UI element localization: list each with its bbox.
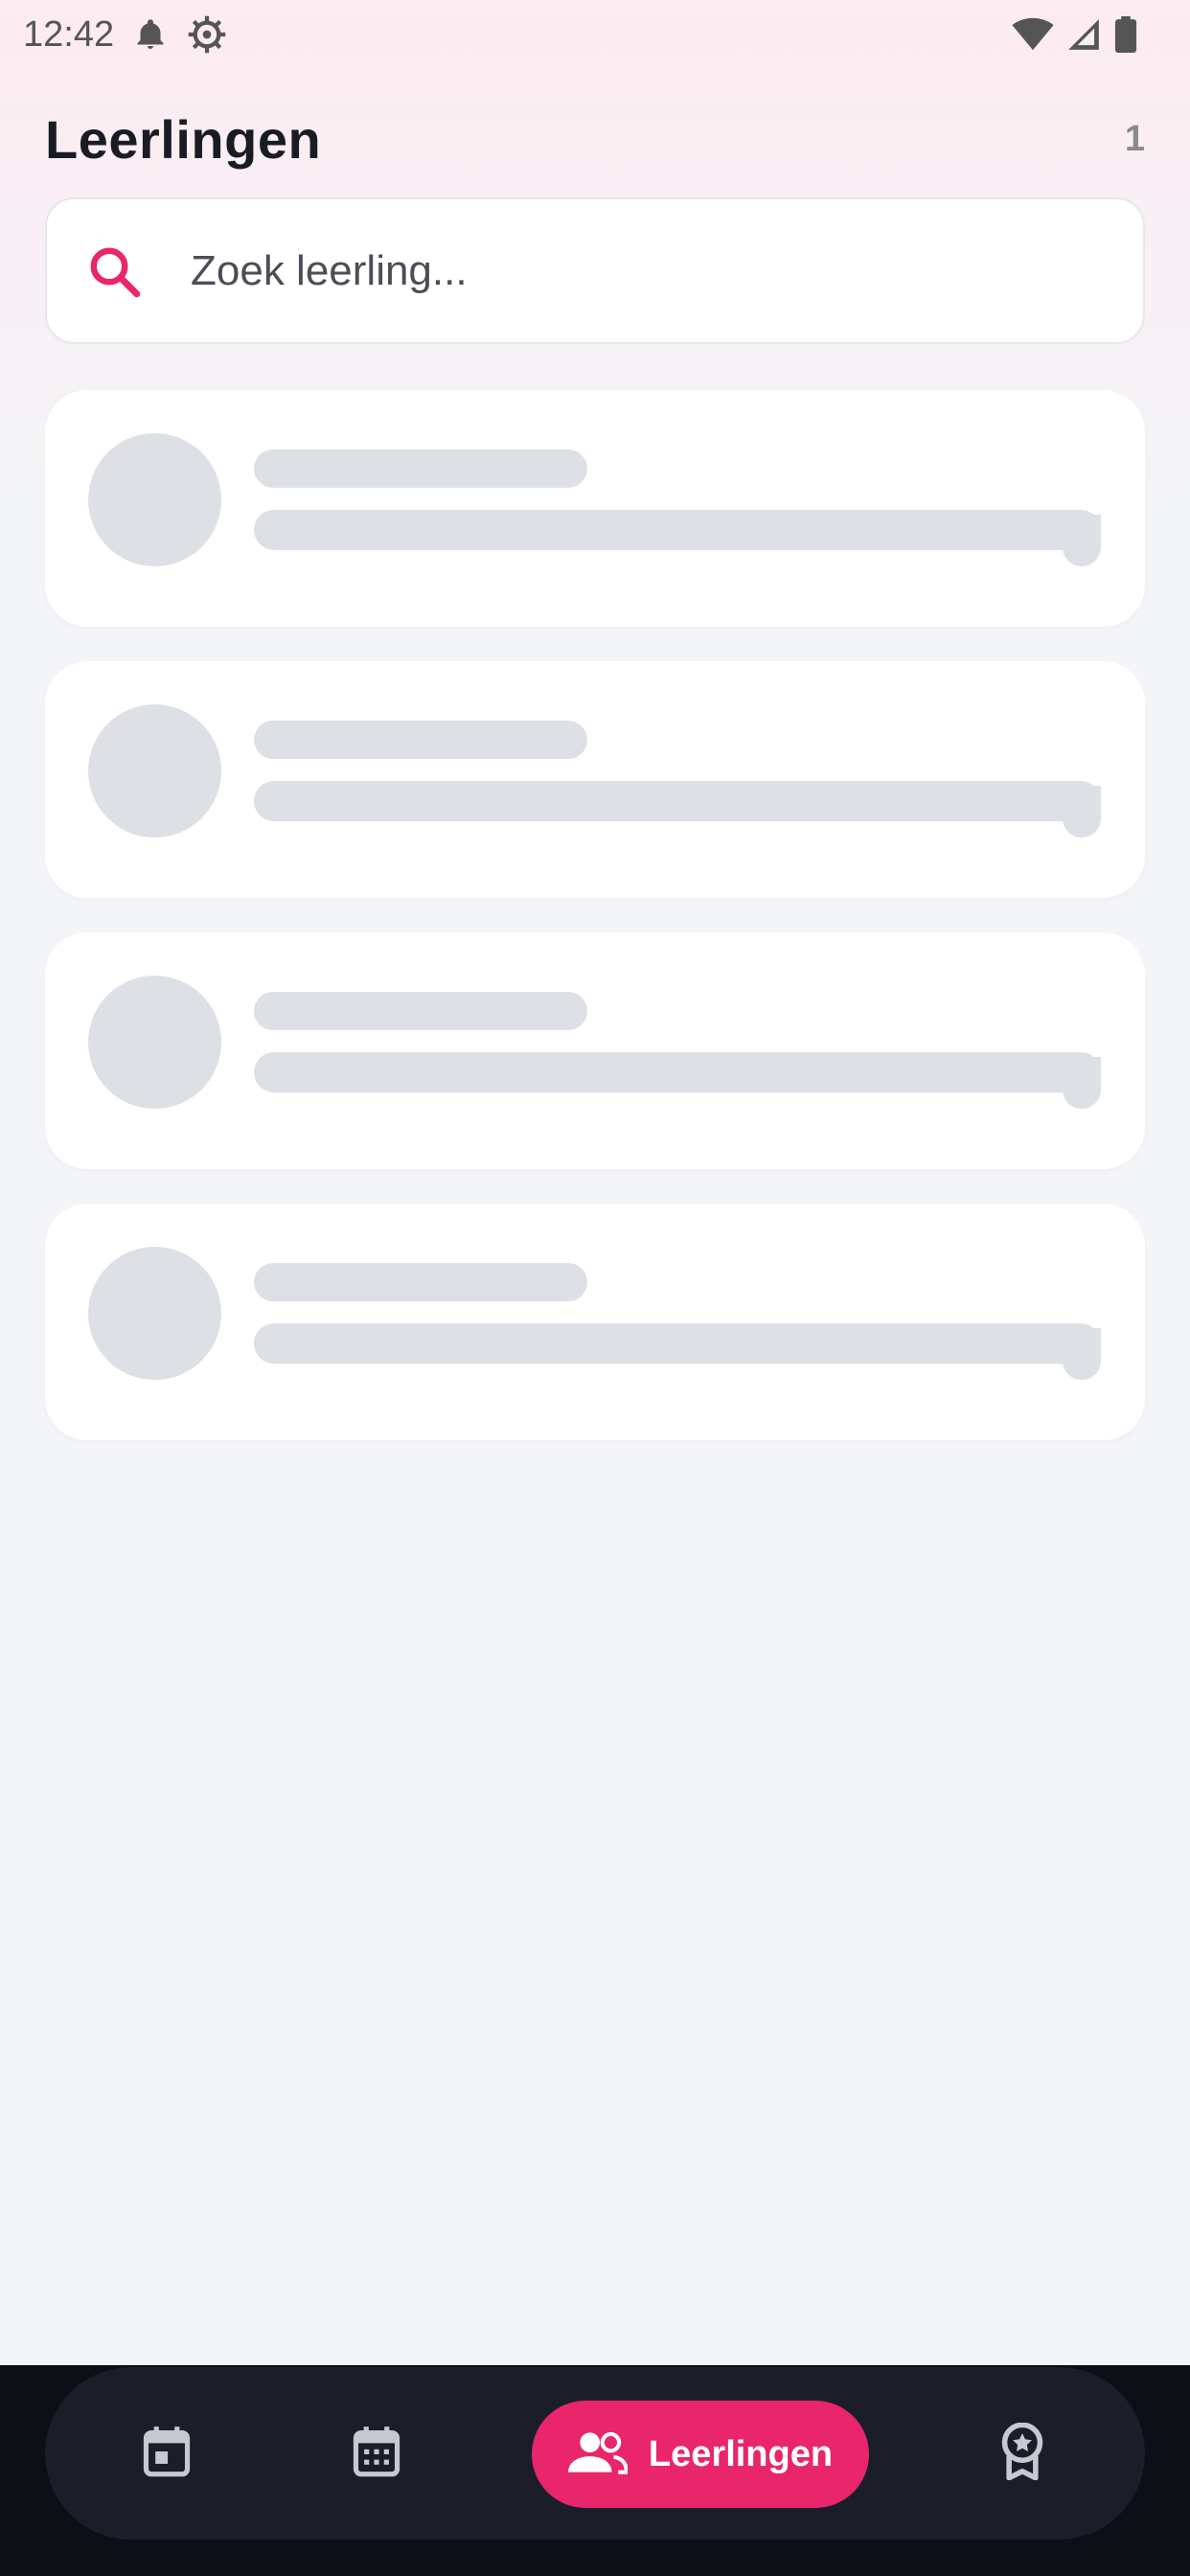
page-title: Leerlingen [45,108,322,170]
search-bar[interactable] [45,197,1145,344]
skeleton-card [45,932,1145,1169]
status-bar: 12:42 [0,0,1190,69]
award-badge-icon [998,2422,1046,2485]
search-input[interactable] [191,246,1053,295]
skeleton-card [45,390,1145,627]
skeleton-title-line [254,1263,587,1301]
notification-bell-icon [133,17,168,52]
bottom-nav: Leerlingen [45,2367,1145,2540]
calendar-day-icon [142,2425,192,2483]
skeleton-title-line [254,449,587,488]
wifi-icon [1012,17,1054,52]
nav-item-today[interactable] [119,2405,215,2501]
skeleton-avatar [88,1247,221,1380]
nav-item-students-label: Leerlingen [648,2433,834,2474]
settings-gear-icon [187,14,227,55]
page-header: Leerlingen 1 [45,105,1145,172]
skeleton-indicator [1063,786,1101,838]
skeleton-indicator [1063,1057,1101,1109]
student-count: 1 [1124,118,1145,159]
students-icon [567,2429,629,2480]
nav-item-students[interactable]: Leerlingen [532,2401,869,2508]
skeleton-subtitle-line [254,510,1101,550]
skeleton-title-line [254,992,587,1030]
skeleton-subtitle-line [254,781,1101,821]
search-icon [85,242,143,300]
status-time: 12:42 [23,13,115,55]
skeleton-title-line [254,721,587,759]
skeleton-subtitle-line [254,1323,1101,1364]
skeleton-avatar [88,976,221,1109]
skeleton-indicator [1063,1328,1101,1380]
skeleton-card [45,661,1145,898]
skeleton-card [45,1204,1145,1440]
calendar-month-icon [352,2425,401,2483]
skeleton-subtitle-line [254,1052,1101,1092]
nav-item-awards[interactable] [974,2405,1070,2501]
skeleton-avatar [88,433,221,566]
skeleton-avatar [88,704,221,838]
battery-icon [1113,16,1138,53]
signal-icon [1065,16,1102,53]
student-list [45,390,1145,1475]
nav-item-calendar[interactable] [329,2405,424,2501]
skeleton-indicator [1063,515,1101,566]
